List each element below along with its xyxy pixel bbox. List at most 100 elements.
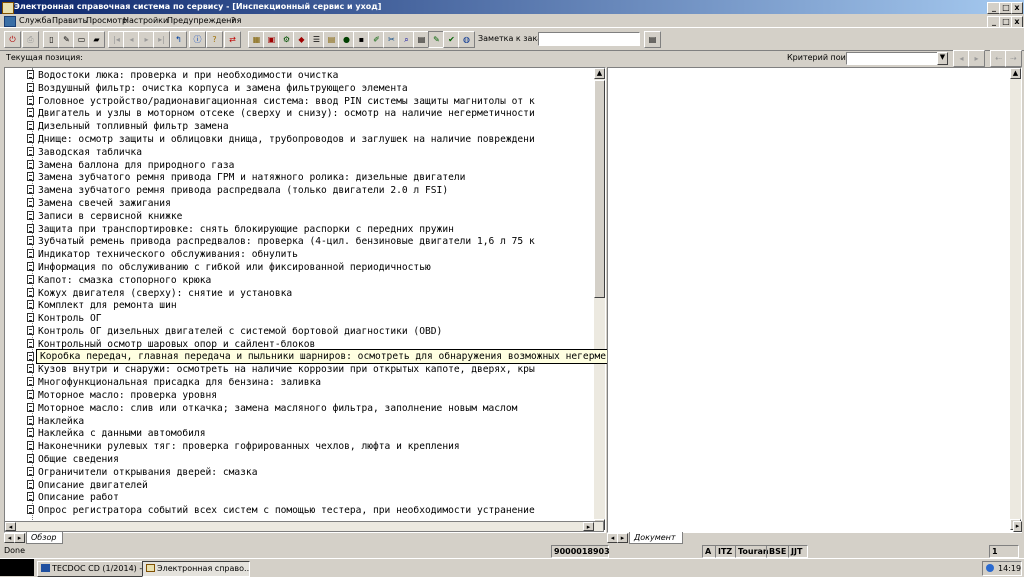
close-button[interactable]: x — [1011, 2, 1023, 14]
status-field-itz: ITZ — [715, 545, 736, 558]
list-item[interactable]: Информация по обслуживанию с гибкой или … — [27, 262, 431, 275]
status-field-engine: BSE — [766, 545, 789, 558]
scroll-left-arrow-icon[interactable]: ◂ — [5, 522, 16, 531]
info-icon[interactable]: ⓘ — [189, 31, 206, 48]
document-page-icon — [27, 274, 34, 284]
list-item[interactable]: Двигатель и узлы в моторном отсеке (свер… — [27, 108, 535, 121]
list-item[interactable]: Комплект для ремонта шин — [27, 300, 177, 313]
menu-help[interactable]: ? — [231, 14, 235, 27]
list-item-label: Моторное масло: слив или откачка; замена… — [38, 402, 518, 414]
search-forward-icon[interactable]: ▸ — [968, 50, 985, 67]
scroll-up-arrow-icon[interactable]: ▲ — [594, 68, 605, 79]
document-page-icon — [27, 402, 34, 412]
menu-service[interactable]: Служба — [19, 14, 51, 27]
list-item[interactable]: Дизельный топливный фильтр замена — [27, 121, 229, 134]
list-item[interactable]: Замена свечей зажигания — [27, 198, 171, 211]
list-item-label: Описание двигателей — [38, 479, 148, 491]
list-item[interactable]: Капот: смазка стопорного крюка — [27, 274, 212, 288]
globe-icon[interactable]: ◍ — [458, 31, 475, 48]
list-item[interactable]: Многофункциональная присадка для бензина… — [27, 377, 321, 390]
list-item-label: Наклейка с данными автомобиля — [38, 428, 206, 440]
list-item[interactable]: Головное устройство/радионавигационная с… — [27, 95, 535, 109]
corner-scroll-icon[interactable]: ▸ — [1013, 521, 1022, 532]
list-item[interactable]: Замена зубчатого ремня привода распредва… — [27, 185, 448, 198]
taskbar-service-label: Электронная справо... — [157, 564, 250, 573]
back-icon[interactable]: ↰ — [170, 31, 187, 48]
list-item-label: Наконечники рулевых тяг: проверка гофрир… — [38, 441, 460, 453]
list-item[interactable]: Общие сведения — [27, 454, 119, 467]
document-page-icon — [27, 454, 34, 463]
list-item[interactable]: Наклейка с данными автомобиля — [27, 428, 206, 441]
list-item[interactable]: Днище: осмотр защиты и облицовки днища, … — [27, 134, 535, 147]
list-item[interactable]: Ограничители открывания дверей: смазка — [27, 466, 258, 480]
swap-icon[interactable]: ⇄ — [224, 31, 241, 48]
list-item[interactable]: Опрос регистратора событий всех систем с… — [27, 505, 535, 518]
search-criteria-field[interactable] — [846, 52, 938, 65]
document-page-icon — [27, 287, 34, 297]
list-item[interactable]: Индикатор технического обслуживания: обн… — [27, 249, 298, 262]
question-icon[interactable]: ? — [206, 31, 223, 48]
list-item[interactable]: Зубчатый ремень привода распредвалов: пр… — [27, 236, 535, 249]
order-note-field[interactable] — [538, 32, 640, 46]
search-next-icon[interactable]: ⇢ — [1005, 50, 1022, 67]
dropdown-arrow-icon[interactable]: ▼ — [937, 52, 948, 65]
list-item[interactable]: Контроль ОГ дизельных двигателей с систе… — [27, 326, 442, 339]
list-item[interactable]: Контроль ОГ — [27, 313, 102, 326]
doc-tab-right-arrow-icon[interactable]: ▸ — [617, 533, 628, 543]
list-item[interactable]: Моторное масло: слив или откачка; замена… — [27, 402, 518, 416]
menu-settings[interactable]: Настройки — [123, 14, 168, 27]
list-item[interactable]: Наконечники рулевых тяг: проверка гофрир… — [27, 441, 460, 454]
scroll-thumb[interactable] — [594, 80, 605, 298]
right-vertical-scrollbar[interactable]: ▲ ▼ — [1010, 68, 1021, 530]
taskbar-service-button[interactable]: Электронная справо... — [142, 561, 250, 577]
document-page-icon — [27, 492, 34, 502]
list-item[interactable]: Воздушный фильтр: очистка корпуса и заме… — [27, 82, 408, 96]
last-page-icon[interactable]: ▸| — [153, 31, 170, 48]
document-page-icon — [27, 95, 34, 105]
scroll-right-arrow-icon[interactable]: ▸ — [583, 522, 594, 531]
right-scroll-up-arrow-icon[interactable]: ▲ — [1010, 68, 1021, 79]
right-tab-bar: ◂ ▸ Документ — [607, 532, 1020, 544]
car-icon[interactable]: ▰ — [88, 31, 105, 48]
list-item[interactable]: Кузов внутри и снаружи: осмотреть на нал… — [27, 364, 535, 377]
network-icon[interactable] — [986, 564, 994, 572]
list-item-label: Многофункциональная присадка для бензина… — [38, 377, 322, 389]
app-icon — [2, 2, 14, 14]
menu-edit[interactable]: Править — [52, 14, 87, 27]
document-page-icon — [27, 377, 34, 387]
list-item[interactable]: Кожух двигателя (сверху): снятие и устан… — [27, 287, 292, 301]
document-page-icon — [27, 134, 34, 143]
tab-right-arrow-icon[interactable]: ▸ — [14, 533, 25, 543]
start-button[interactable] — [0, 559, 34, 576]
exit-icon[interactable]: ⏻ — [4, 31, 21, 48]
list-item[interactable]: Описание работ — [27, 492, 119, 505]
document-page-icon — [27, 300, 34, 310]
menu-view[interactable]: Просмотр — [86, 14, 127, 27]
list-item[interactable]: Заводская табличка — [27, 146, 142, 160]
list-item[interactable]: Замена зубчатого ремня привода ГРМ и нат… — [27, 172, 465, 185]
list-item-label: Головное устройство/радионавигационная с… — [38, 95, 535, 107]
document-page-icon — [27, 198, 34, 207]
print-icon[interactable]: ⎙ — [22, 31, 39, 48]
list-item[interactable]: Описание двигателей — [27, 479, 148, 493]
note-edit-icon[interactable]: ▤ — [644, 31, 661, 48]
tree-list[interactable]: Водостоки люка: проверка и при необходим… — [5, 68, 592, 530]
document-page-icon — [27, 326, 34, 335]
taskbar-tecdoc-label: TECDOC CD (1/2014) - ... — [52, 564, 145, 573]
left-vertical-scrollbar[interactable]: ▲ ▼ — [594, 68, 605, 530]
list-item-label: Замена зубчатого ремня привода распредва… — [38, 185, 449, 197]
list-item[interactable]: Защита при транспортировке: снять блокир… — [27, 223, 454, 237]
list-item[interactable]: Записи в сервисной книжке — [27, 210, 182, 224]
document-page-icon — [27, 185, 34, 195]
tab-overview[interactable]: Обзор — [26, 532, 64, 544]
left-horizontal-scrollbar[interactable]: ◂ ▸ — [4, 521, 604, 532]
list-item[interactable]: Замена баллона для природного газа — [27, 159, 234, 173]
taskbar-tecdoc-button[interactable]: TECDOC CD (1/2014) - ... — [37, 561, 145, 577]
list-item[interactable]: Моторное масло: проверка уровня — [27, 390, 217, 403]
list-item[interactable]: Водостоки люка: проверка и при необходим… — [27, 70, 338, 83]
list-item-label: Капот: смазка стопорного крюка — [38, 274, 212, 286]
position-bar: Текущая позиция: Критерий поиска: ▼ ◂ ▸ … — [0, 50, 1024, 67]
list-item[interactable]: Наклейка — [27, 415, 84, 429]
document-page-icon — [27, 70, 34, 79]
tab-document[interactable]: Документ — [629, 532, 683, 544]
